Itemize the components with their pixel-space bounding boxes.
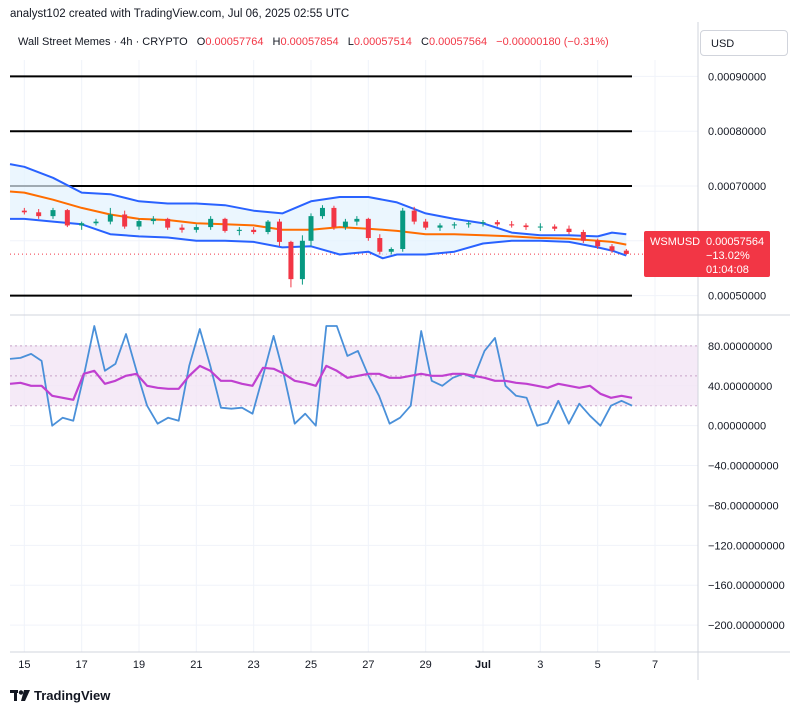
- tradingview-logo-icon: [10, 689, 30, 701]
- candle-body: [566, 228, 572, 233]
- candle-body: [342, 221, 348, 228]
- price-tick-label: 0.00050000: [708, 291, 766, 303]
- candle-body: [165, 218, 171, 228]
- bollinger-fill: [10, 164, 627, 259]
- time-tick-label: 3: [537, 659, 543, 671]
- candle-body: [265, 221, 271, 233]
- candle-body: [319, 207, 325, 217]
- time-tick-label: Jul: [475, 659, 491, 671]
- tradingview-logo[interactable]: TradingView: [10, 688, 110, 703]
- candle-body: [437, 225, 443, 228]
- candle-body: [609, 246, 615, 251]
- last-price-badge: WSMUSD 0.00057564 −13.02% 01:04:08: [644, 231, 770, 277]
- stoch-tick-label: −120.00000000: [708, 540, 785, 552]
- candle-body: [236, 229, 242, 231]
- candle-body: [276, 221, 282, 242]
- stoch-tick-label: −200.00000000: [708, 620, 785, 632]
- candle-body: [537, 226, 543, 228]
- time-tick-label: 21: [190, 659, 202, 671]
- stoch-tick-label: −40.00000000: [708, 461, 779, 473]
- candle-body: [552, 226, 558, 229]
- candle-body: [423, 221, 429, 228]
- candle-body: [308, 216, 314, 241]
- candle-body: [193, 227, 199, 230]
- time-tick-label: 19: [133, 659, 145, 671]
- time-tick-label: 15: [18, 659, 30, 671]
- candle-body: [222, 218, 228, 231]
- time-tick-label: 7: [652, 659, 658, 671]
- candle-body: [354, 218, 360, 222]
- time-axis[interactable]: 15 17 19 21 23 25 27 29 Jul 3 5 7: [18, 659, 658, 671]
- candle-body: [523, 225, 529, 228]
- price-tick-label: 0.00080000: [708, 126, 766, 138]
- candle-body: [299, 240, 305, 280]
- stochastic-rsi-pane: [9, 325, 698, 427]
- badge-price: 0.00057564: [706, 236, 764, 248]
- time-tick-label: 25: [305, 659, 317, 671]
- candle-body: [580, 232, 586, 241]
- candle-body: [377, 238, 383, 252]
- candle-body: [64, 210, 70, 226]
- chart-canvas[interactable]: 0.000900000.000800000.000700000.00060000…: [0, 0, 802, 714]
- candle-body: [509, 224, 515, 226]
- candle-body: [288, 241, 294, 280]
- candle-body: [93, 221, 99, 224]
- stoch-tick-label: −80.00000000: [708, 500, 779, 512]
- candle-body: [122, 214, 128, 227]
- candle-body: [208, 218, 214, 228]
- candle-body: [179, 227, 185, 230]
- candle-body: [466, 223, 472, 225]
- horizontal-levels: [10, 75, 698, 297]
- candle-body: [411, 210, 417, 222]
- stoch-tick-label: 80.00000000: [708, 341, 772, 353]
- bollinger-bands: [9, 163, 627, 260]
- time-tick-label: 17: [76, 659, 88, 671]
- stoch-tick-label: −160.00000000: [708, 580, 785, 592]
- price-tick-label: 0.00070000: [708, 181, 766, 193]
- candle-body: [480, 222, 486, 224]
- tradingview-brand: TradingView: [34, 688, 111, 703]
- candle-body: [331, 207, 337, 228]
- time-tick-label: 29: [420, 659, 432, 671]
- candle-body: [365, 218, 371, 239]
- candle-body: [595, 240, 601, 247]
- candle-body: [623, 250, 629, 254]
- candle-body: [251, 229, 257, 233]
- candle-body: [150, 218, 156, 222]
- candle-body: [136, 221, 142, 227]
- stoch-tick-label: 0.00000000: [708, 421, 766, 433]
- badge-change: −13.02%: [706, 250, 750, 262]
- candle-body: [400, 210, 406, 249]
- candle-body: [107, 214, 113, 222]
- candle-body: [50, 210, 56, 217]
- time-tick-label: 23: [248, 659, 260, 671]
- time-tick-label: 27: [362, 659, 374, 671]
- candle-body: [36, 212, 42, 217]
- time-tick-label: 5: [595, 659, 601, 671]
- stoch-tick-label: 40.00000000: [708, 381, 772, 393]
- price-tick-label: 0.00090000: [708, 71, 766, 83]
- badge-ticker: WSMUSD: [650, 236, 700, 248]
- candle-body: [21, 210, 27, 213]
- candle-body: [451, 224, 457, 226]
- candle-body: [388, 249, 394, 252]
- candle-body: [494, 222, 500, 225]
- candle-body: [79, 223, 85, 226]
- badge-countdown: 01:04:08: [706, 264, 749, 276]
